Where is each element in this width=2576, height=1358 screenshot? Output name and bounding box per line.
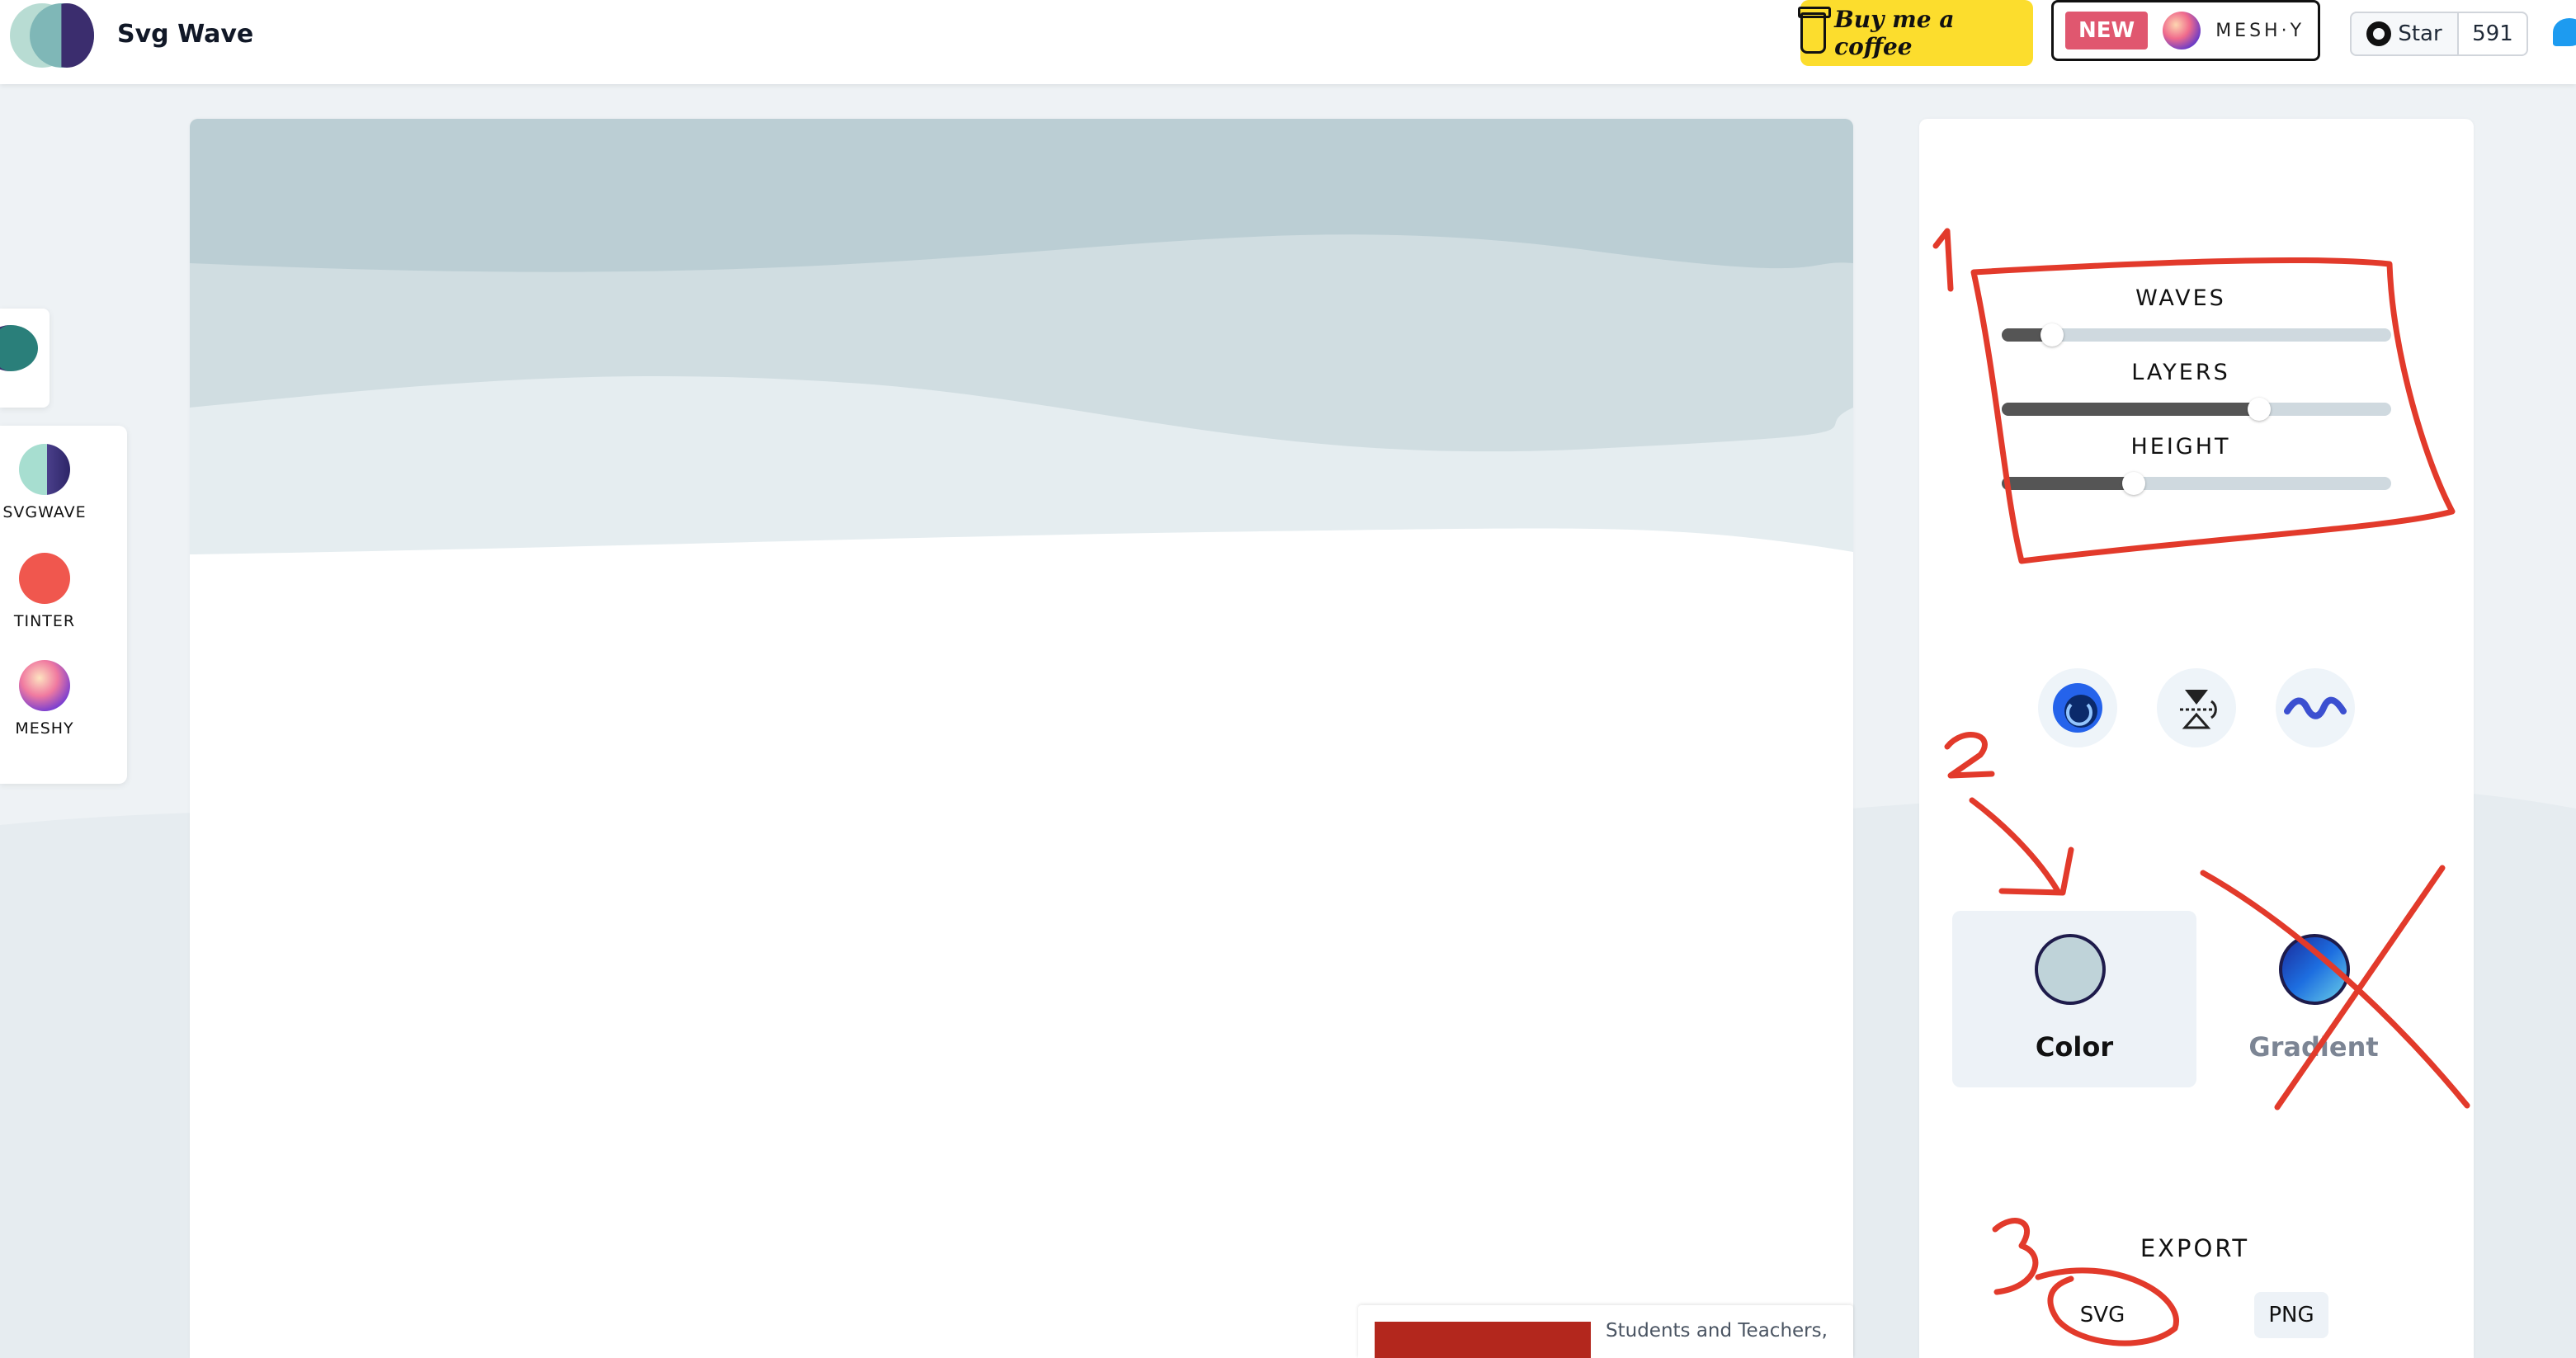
meshy-label: MESH·Y xyxy=(2215,20,2305,41)
color-mode-label: Color xyxy=(2035,1031,2114,1063)
waves-label: WAVES xyxy=(2135,285,2226,311)
app-item-svgwave[interactable]: SVGWAVE xyxy=(0,444,89,521)
invert-icon xyxy=(2180,690,2217,729)
wave-type-button[interactable] xyxy=(2276,668,2355,747)
waves-slider[interactable] xyxy=(2002,323,2391,347)
slider-fill xyxy=(2002,403,2259,416)
promo-text: Students and Teachers, xyxy=(1606,1320,1828,1341)
wave-preview xyxy=(190,119,1853,1358)
coffee-cup-icon xyxy=(1797,7,1832,54)
app-switcher: SVGWAVE TINTER MESHY xyxy=(0,426,127,784)
gradient-mode-label: Gradient xyxy=(2248,1031,2379,1063)
export-heading: EXPORT xyxy=(2140,1234,2250,1262)
export-png-button[interactable]: PNG xyxy=(2254,1292,2328,1338)
github-star-button[interactable]: Star xyxy=(2350,12,2459,56)
app-logo-icon xyxy=(0,325,38,371)
promo-card[interactable]: Students and Teachers, xyxy=(1358,1305,1853,1358)
twitter-icon[interactable] xyxy=(2553,18,2576,46)
slider-thumb[interactable] xyxy=(2247,398,2271,421)
meshy-logo-icon xyxy=(19,660,70,711)
layers-label: LAYERS xyxy=(2131,360,2230,385)
layers-slider[interactable] xyxy=(2002,398,2391,421)
app-label: SVGWAVE xyxy=(2,503,87,521)
coffee-label: Buy me a coffee xyxy=(1834,6,1955,60)
app-label: TINTER xyxy=(13,612,76,630)
tinter-logo-icon xyxy=(19,553,70,604)
height-slider[interactable] xyxy=(2002,472,2391,495)
github-icon xyxy=(2366,21,2392,46)
app-title[interactable]: Svg Wave xyxy=(117,20,253,49)
app-label: MESHY xyxy=(15,719,74,738)
promo-image xyxy=(1375,1322,1591,1358)
slider-fill xyxy=(2002,477,2135,490)
shuffle-icon xyxy=(2053,683,2102,733)
wave-canvas[interactable] xyxy=(190,119,1853,1358)
meshy-promo-button[interactable]: NEW MESH·Y xyxy=(2051,0,2320,61)
star-label: Star xyxy=(2398,21,2442,46)
gradient-swatch[interactable] xyxy=(2279,934,2350,1005)
export-svg-button[interactable]: SVG xyxy=(2069,1292,2135,1338)
canvas-blank-area xyxy=(190,528,1853,1358)
app-item-meshy[interactable]: MESHY xyxy=(0,660,89,738)
top-header: Svg Wave Buy me a coffee NEW MESH·Y Star… xyxy=(0,0,2576,84)
svgwave-logo-icon xyxy=(19,444,70,495)
wave-icon xyxy=(2284,696,2347,719)
buy-me-a-coffee-button[interactable]: Buy me a coffee xyxy=(1797,0,2033,66)
collapsed-app-card[interactable] xyxy=(0,309,50,408)
invert-button[interactable] xyxy=(2157,668,2236,747)
star-count[interactable]: 591 xyxy=(2457,12,2528,56)
shuffle-button[interactable] xyxy=(2038,668,2117,747)
new-badge: NEW xyxy=(2065,12,2149,50)
meshy-orb-icon xyxy=(2163,12,2201,50)
wave-layer-1 xyxy=(190,119,1853,272)
height-label: HEIGHT xyxy=(2130,434,2231,460)
color-swatch[interactable] xyxy=(2035,934,2106,1005)
app-item-tinter[interactable]: TINTER xyxy=(0,553,89,630)
